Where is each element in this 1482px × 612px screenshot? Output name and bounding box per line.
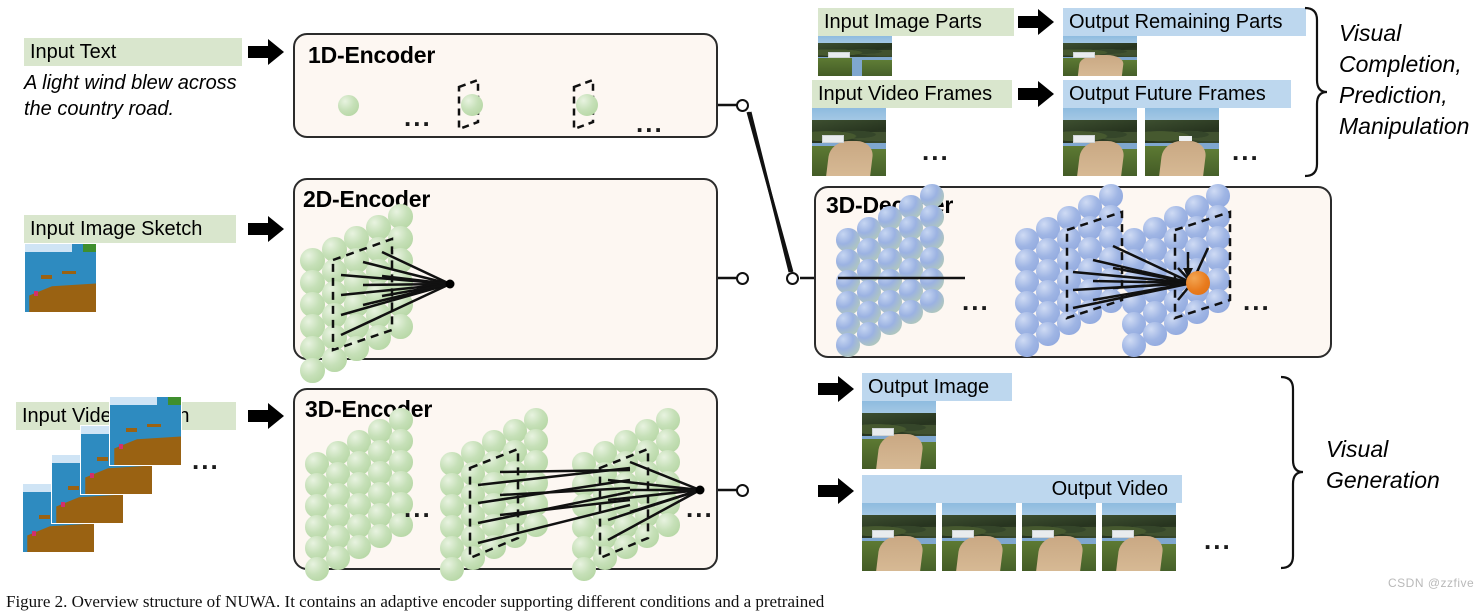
generation-caption: Visual Generation [1326, 434, 1476, 496]
watermark: CSDN @zzfive [1388, 576, 1475, 590]
generation-caption-line-1: Visual [1326, 436, 1389, 462]
input-video-sketch-frame [109, 396, 182, 466]
diagram-canvas: Input Text A light wind blew across the … [0, 0, 1482, 611]
figure-caption: Figure 2. Overview structure of NUWA. It… [6, 592, 825, 611]
curly-brace-icon-generation [1280, 375, 1304, 570]
generation-caption-line-2: Generation [1326, 467, 1440, 493]
